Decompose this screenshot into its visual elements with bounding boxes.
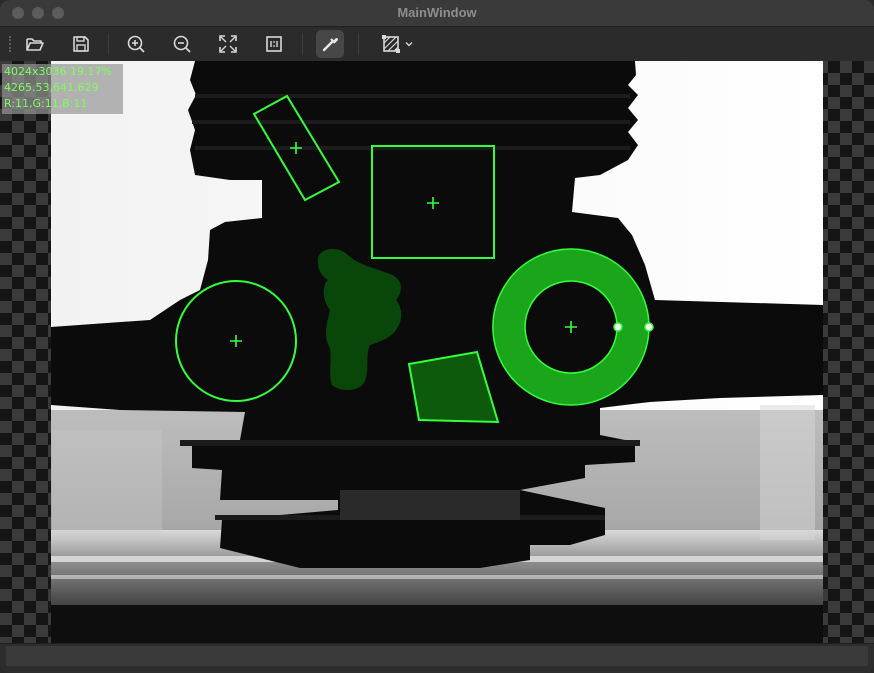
fit-window-icon — [219, 35, 237, 53]
status-bar — [0, 643, 874, 673]
loaded-image — [51, 61, 823, 643]
eyedropper-icon — [322, 37, 339, 52]
chevron-down-icon — [405, 42, 413, 47]
save-icon — [73, 36, 89, 52]
toolbar-separator — [302, 33, 303, 55]
roi-shape-icon — [382, 35, 400, 53]
save-button[interactable] — [67, 30, 95, 58]
zoom-in-button[interactable] — [122, 30, 150, 58]
fit-to-window-button[interactable] — [214, 30, 242, 58]
toolbar — [0, 27, 874, 61]
toolbar-separator — [358, 33, 359, 55]
status-bar-field — [6, 646, 868, 666]
actual-size-button[interactable] — [260, 30, 288, 58]
pixel-rgb-text: R:11,G:11,B:11 — [4, 97, 88, 110]
title-bar[interactable]: MainWindow — [0, 0, 874, 27]
actual-size-icon — [266, 36, 282, 52]
open-folder-button[interactable] — [21, 30, 49, 58]
cursor-coordinates-text: 4265.53,641.629 — [4, 81, 99, 94]
annulus-inner-handle[interactable] — [613, 322, 623, 332]
color-picker-button[interactable] — [316, 30, 344, 58]
zoom-out-button[interactable] — [168, 30, 196, 58]
image-canvas[interactable] — [0, 61, 874, 643]
zoom-out-icon — [173, 35, 191, 53]
annulus-outer-handle[interactable] — [644, 322, 654, 332]
folder-open-icon — [26, 38, 44, 51]
image-size-zoom-text: 4024x3036 19.17% — [4, 65, 112, 78]
main-window: MainWindow 4024x3036 19.17% 4265.53,641.… — [0, 0, 874, 673]
toolbar-separator — [108, 33, 109, 55]
window-title: MainWindow — [397, 5, 477, 20]
toolbar-grip[interactable] — [9, 36, 13, 52]
zoom-in-icon — [127, 35, 145, 53]
roi-shape-dropdown-button[interactable] — [376, 30, 418, 58]
pixel-info-overlay: 4024x3036 19.17% 4265.53,641.629 R:11,G:… — [2, 64, 123, 114]
image-viewport[interactable]: 4024x3036 19.17% 4265.53,641.629 R:11,G:… — [0, 61, 874, 643]
